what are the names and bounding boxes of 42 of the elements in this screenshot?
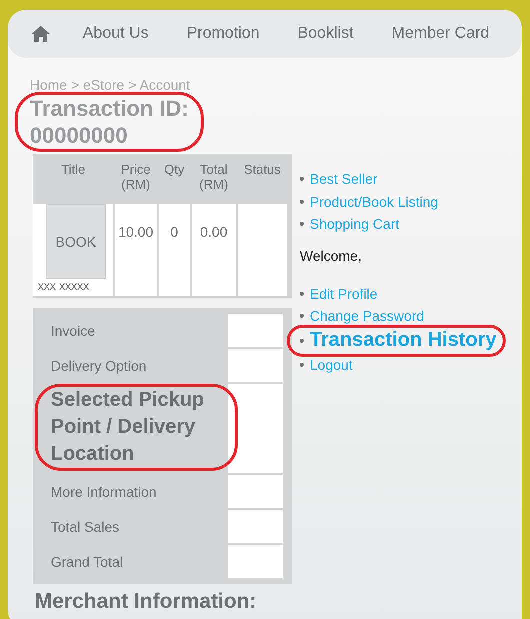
table-cell: 0.00 [192, 204, 236, 296]
summary-label: More Information [50, 483, 158, 502]
sidebar-link[interactable]: Best Seller [310, 171, 378, 188]
bullet-icon [300, 200, 304, 204]
table-cell: 0 [159, 204, 190, 296]
value-field [228, 510, 283, 543]
summary-label: Invoice [50, 322, 96, 341]
home-icon[interactable] [32, 26, 50, 42]
value-field [228, 314, 283, 347]
nav-link[interactable]: Member Card [392, 25, 490, 43]
welcome-text: Welcome, [300, 248, 363, 264]
summary-label: Grand Total [50, 553, 124, 572]
column-header: Price (RM) [120, 161, 152, 194]
column-header: Status [243, 161, 282, 179]
table-cell: 10.00 [115, 204, 157, 296]
sidebar-link[interactable]: Logout [310, 356, 353, 373]
nav-link[interactable]: Booklist [298, 25, 354, 43]
bullet-icon [300, 362, 304, 367]
sidebar-link[interactable]: Shopping Cart [310, 216, 400, 232]
column-header: Total (RM) [198, 161, 230, 194]
sidebar-link[interactable]: Edit Profile [310, 286, 378, 302]
summary-label: Delivery Option [50, 357, 148, 376]
book-title: xxx xxxxx [38, 279, 90, 293]
column-header: Qty [163, 161, 186, 179]
bullet-icon [300, 292, 304, 296]
bullet-icon [300, 338, 304, 342]
bullet-icon [300, 177, 304, 182]
nav-link[interactable]: About Us [83, 25, 149, 43]
sidebar-link[interactable]: Product/Book Listing [310, 194, 438, 210]
value-field [228, 545, 283, 578]
column-header: Title [60, 161, 87, 179]
book-cover: BOOK [46, 204, 106, 279]
sidebar-link[interactable]: Change Password [310, 308, 424, 324]
bullet-icon [300, 314, 304, 318]
nav-link[interactable]: Promotion [186, 25, 260, 43]
breadcrumb: Home > eStore > Account [30, 77, 192, 93]
merchant-heading: Merchant Information: [35, 590, 258, 614]
value-field [228, 349, 283, 382]
bullet-icon [300, 222, 304, 226]
value-field [228, 475, 283, 508]
sidebar-link[interactable]: Transaction History [310, 329, 497, 352]
summary-label: Total Sales [50, 518, 120, 537]
